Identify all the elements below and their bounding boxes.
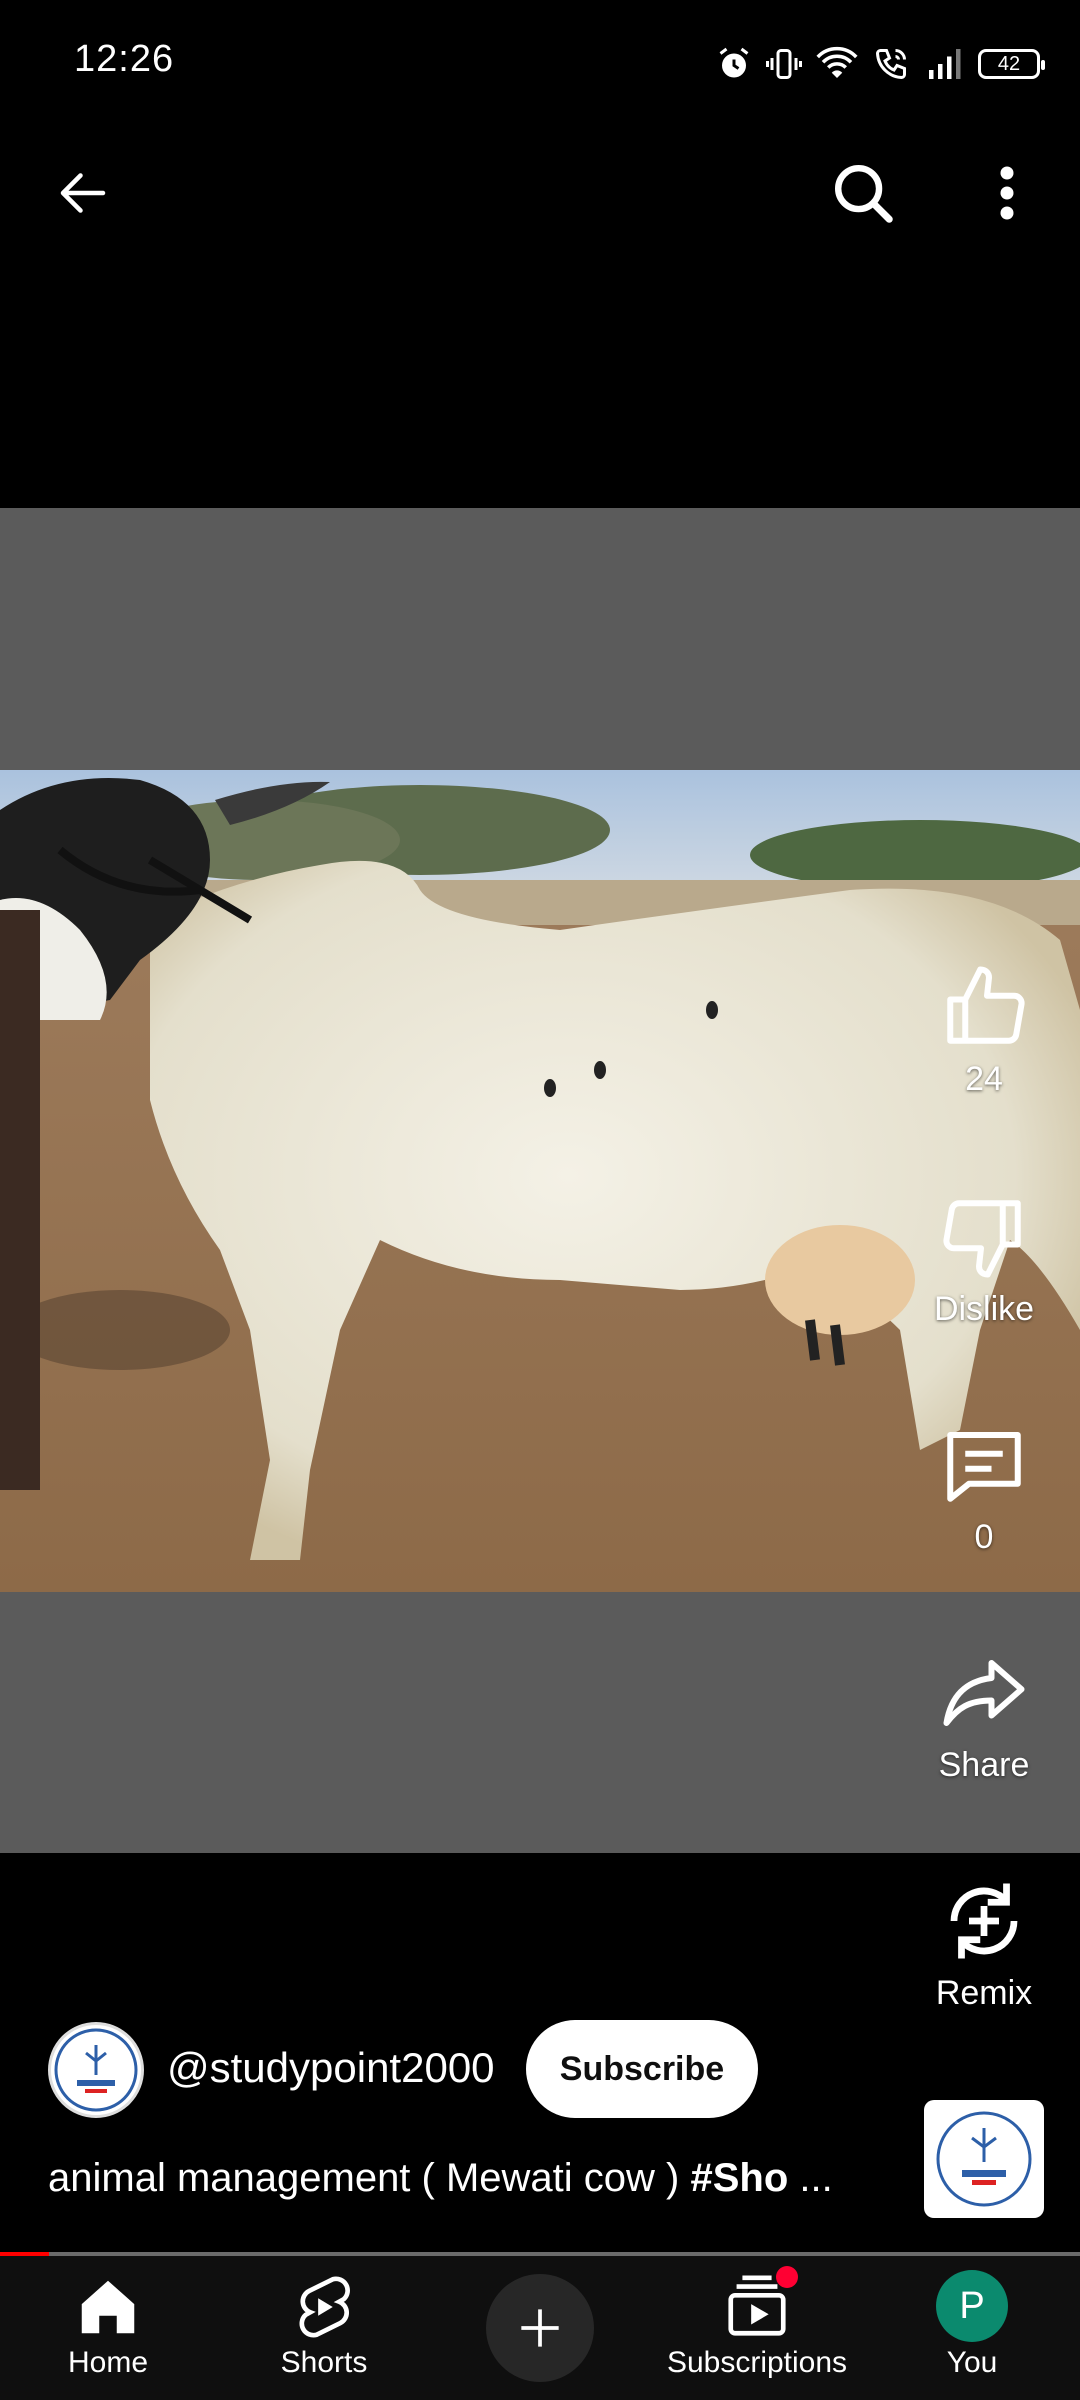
share-label: Share (938, 1746, 1030, 1784)
channel-handle[interactable]: @studypoint2000 (167, 2044, 495, 2092)
comment-count: 0 (974, 1518, 994, 1556)
thumbs-up-icon (947, 966, 1025, 1044)
bottom-navigation: Home Shorts Subscriptions P You (0, 2256, 1080, 2400)
dislike-label: Dislike (933, 1290, 1035, 1328)
sound-thumbnail[interactable] (924, 2100, 1044, 2218)
subscribe-button[interactable]: Subscribe (526, 2020, 758, 2118)
comment-icon (947, 1432, 1021, 1502)
channel-avatar[interactable] (48, 2022, 144, 2118)
notification-dot (776, 2266, 798, 2288)
battery-icon: 42 (978, 49, 1045, 79)
remix-button[interactable]: Remix (910, 1876, 1058, 2013)
wifi-call-icon (875, 49, 906, 80)
nav-home-label: Home (67, 2346, 149, 2379)
dislike-button[interactable]: Dislike (910, 1192, 1058, 1329)
share-icon (943, 1660, 1025, 1726)
back-button[interactable] (40, 150, 126, 236)
like-count: 24 (965, 1060, 1003, 1098)
create-button[interactable] (486, 2274, 594, 2382)
top-app-bar (0, 130, 1080, 240)
alarm-icon (719, 47, 749, 78)
signal-icon (929, 49, 961, 79)
home-icon (81, 2280, 135, 2334)
arrow-left-icon (60, 173, 106, 213)
search-button[interactable] (820, 150, 906, 236)
video-title[interactable]: animal management ( Mewati cow ) #Sho ..… (48, 2156, 908, 2201)
plus-icon (521, 2309, 559, 2347)
more-vertical-icon (1000, 166, 1014, 220)
remix-icon (950, 1883, 1018, 1959)
nav-you-label: You (946, 2346, 998, 2379)
like-button[interactable]: 24 (910, 962, 1058, 1099)
status-bar: 12:26 42 (0, 0, 1080, 120)
thumbs-down-icon (943, 1200, 1021, 1278)
nav-subscriptions-label: Subscriptions (666, 2346, 848, 2379)
you-avatar: P (936, 2270, 1008, 2342)
channel-logo (54, 2028, 138, 2112)
nav-subscriptions[interactable]: Subscriptions (650, 2256, 864, 2400)
status-time: 12:26 (74, 38, 175, 80)
nav-shorts-label: Shorts (280, 2346, 368, 2379)
share-button[interactable]: Share (910, 1648, 1058, 1785)
subscriptions-icon-wrap (722, 2266, 798, 2342)
remix-label: Remix (935, 1974, 1033, 2012)
video-title-hashtag[interactable]: #Sho (690, 2156, 788, 2200)
video-title-ellipsis: ... (788, 2156, 833, 2200)
wifi-icon (816, 46, 858, 78)
channel-logo-thumb (936, 2111, 1032, 2207)
nav-shorts[interactable]: Shorts (244, 2256, 404, 2400)
nav-you[interactable]: P You (892, 2256, 1052, 2400)
shorts-icon (299, 2276, 350, 2338)
nav-home[interactable]: Home (28, 2256, 188, 2400)
status-icons: 42 (716, 40, 1045, 88)
vibrate-icon (766, 49, 802, 79)
search-icon (835, 165, 893, 223)
video-title-text: animal management ( Mewati cow ) (48, 2156, 691, 2200)
more-button[interactable] (964, 150, 1050, 236)
comments-button[interactable]: 0 (910, 1420, 1058, 1557)
